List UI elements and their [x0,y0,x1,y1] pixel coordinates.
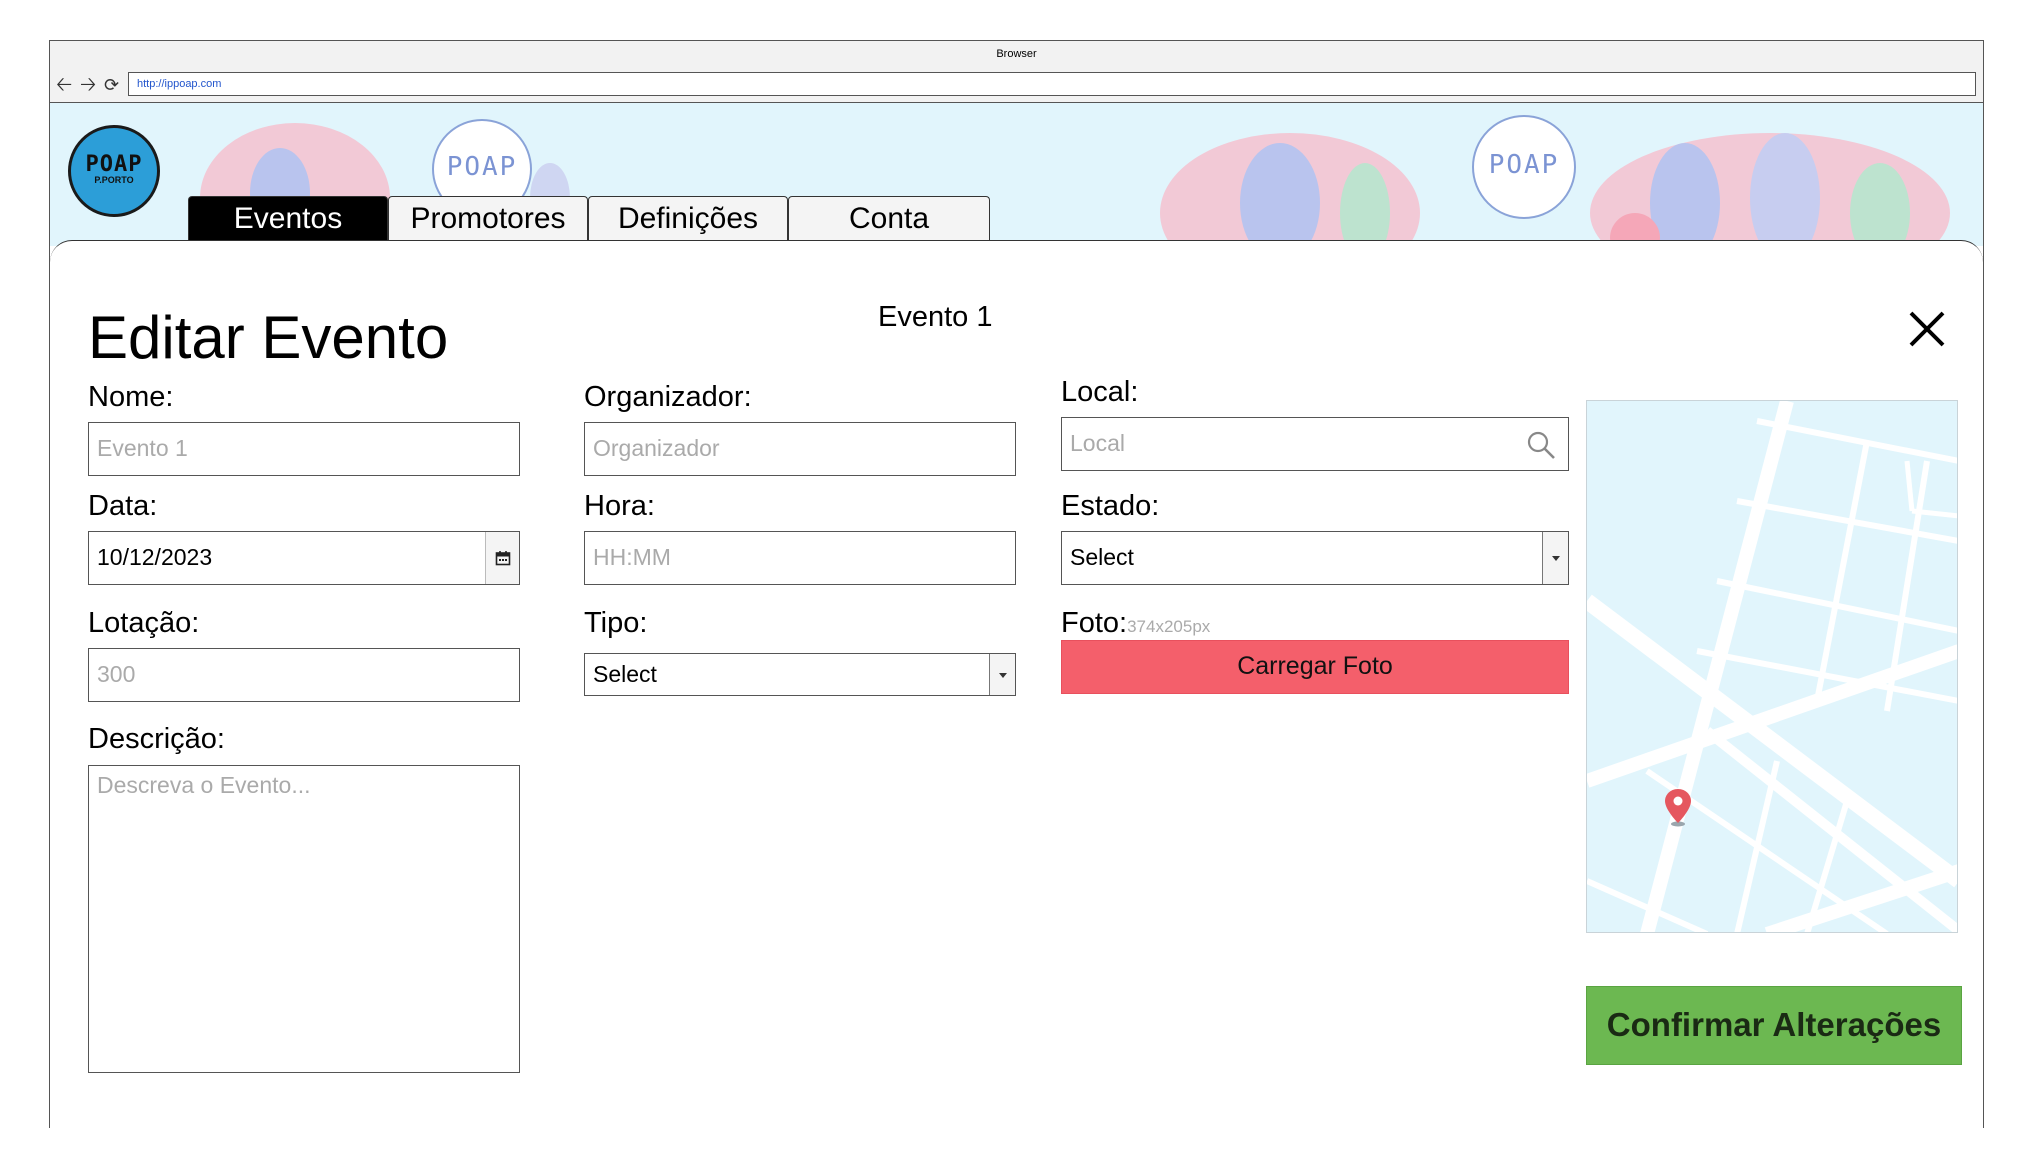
page-title: Editar Evento [88,304,449,371]
descricao-textarea[interactable]: Descreva o Evento... [88,765,520,1073]
hora-placeholder: HH:MM [593,544,671,570]
hora-input[interactable]: HH:MM [584,531,1016,585]
logo-subtext: P.PORTO [94,175,134,185]
map-pin-icon[interactable] [1663,787,1693,827]
hora-label: Hora: [584,490,655,522]
browser-title-bar: Browser [50,41,1983,69]
estado-selected-value: Select [1070,544,1134,570]
tab-definicoes[interactable]: Definições [588,196,788,240]
edit-event-panel: Editar Evento Evento 1 Nome: Evento 1 Da… [50,240,1983,1129]
lotacao-placeholder: 300 [97,661,136,687]
chevron-down-icon[interactable] [989,654,1015,695]
search-icon[interactable] [1526,430,1556,460]
calendar-button[interactable] [485,532,519,584]
logo-text: POAP [85,152,143,177]
close-icon[interactable] [1905,307,1949,351]
poap-logo[interactable]: POAP P.PORTO [68,125,160,217]
forward-arrow-icon[interactable]: 🡢 [80,71,96,99]
tab-conta[interactable]: Conta [788,196,990,240]
lotacao-input[interactable]: 300 [88,648,520,702]
poap-badge: POAP [1472,115,1576,219]
local-search-input[interactable]: Local [1061,417,1569,471]
foto-size-hint: 374x205px [1127,617,1211,636]
tipo-selected-value: Select [593,661,657,687]
date-input[interactable]: 10/12/2023 [88,531,520,585]
upload-photo-button[interactable]: Carregar Foto [1061,640,1569,694]
local-placeholder: Local [1070,430,1125,456]
tab-promotores[interactable]: Promotores [388,196,588,240]
organizador-label: Organizador: [584,381,752,413]
descricao-placeholder: Descreva o Evento... [97,772,311,798]
map-streets [1587,401,1957,932]
estado-label: Estado: [1061,490,1160,522]
estado-select[interactable]: Select [1061,531,1569,585]
descricao-label: Descrição: [88,723,225,755]
tipo-select[interactable]: Select [584,653,1016,696]
browser-nav-bar: 🡠 🡢 ⟳ http://ippoap.com [50,68,1983,103]
url-bar[interactable]: http://ippoap.com [128,72,1976,96]
lotacao-label: Lotação: [88,607,200,639]
tab-eventos[interactable]: Eventos [188,196,388,240]
foto-label: Foto: [1061,607,1128,639]
tipo-label: Tipo: [584,607,648,639]
browser-title: Browser [996,48,1037,60]
date-value: 10/12/2023 [97,544,213,570]
confirm-changes-button[interactable]: Confirmar Alterações [1586,986,1962,1065]
organizador-placeholder: Organizador [593,435,720,461]
back-arrow-icon[interactable]: 🡠 [56,71,72,99]
nome-placeholder: Evento 1 [97,435,188,461]
foto-label-group: Foto:374x205px [1061,607,1210,640]
chevron-down-icon[interactable] [1542,532,1568,584]
organizador-input[interactable]: Organizador [584,422,1016,476]
nome-label: Nome: [88,381,174,413]
browser-window: Browser 🡠 🡢 ⟳ http://ippoap.com POAP POA… [49,40,1984,1129]
local-label: Local: [1061,376,1139,408]
nome-input[interactable]: Evento 1 [88,422,520,476]
event-name-heading: Evento 1 [878,301,993,333]
data-label: Data: [88,490,158,522]
reload-icon[interactable]: ⟳ [104,71,119,99]
calendar-icon [495,551,511,566]
location-map[interactable] [1586,400,1958,933]
